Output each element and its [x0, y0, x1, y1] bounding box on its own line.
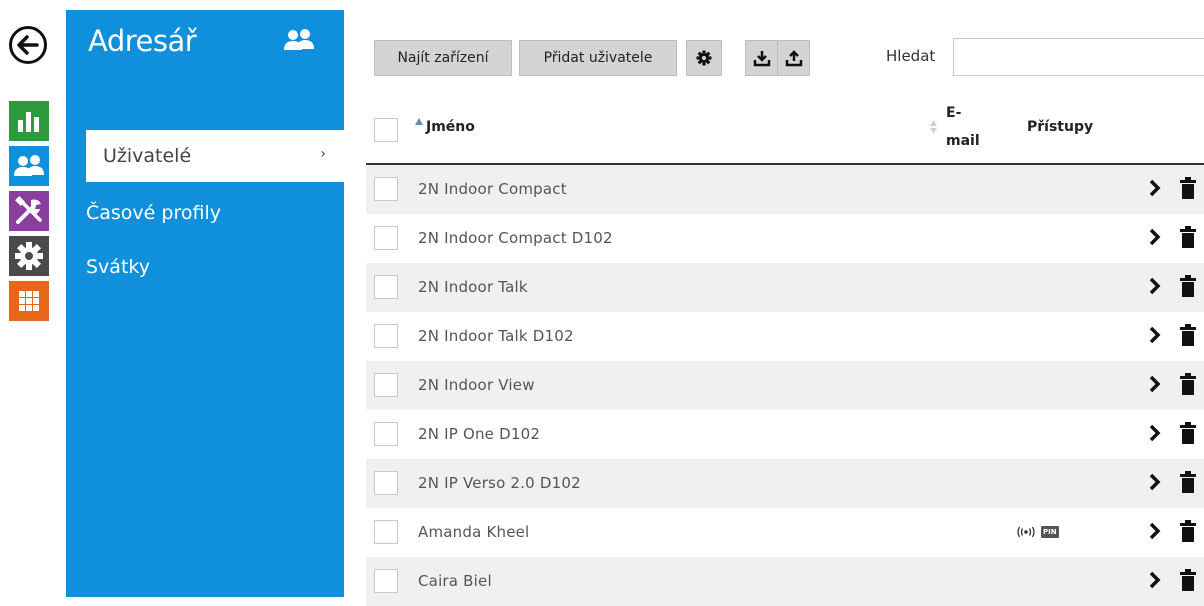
user-name: Amanda Kheel [418, 523, 530, 541]
trash-icon[interactable] [1180, 373, 1196, 395]
import-button[interactable] [745, 40, 778, 76]
trash-icon[interactable] [1180, 520, 1196, 542]
user-name: 2N Indoor Compact D102 [418, 229, 613, 247]
nav-item-label: Uživatelé [103, 145, 192, 167]
table-row[interactable]: 2N Indoor Compact D102 [366, 214, 1204, 263]
trash-icon[interactable] [1180, 275, 1196, 297]
find-devices-button[interactable]: Najít zařízení [374, 40, 512, 76]
row-checkbox[interactable] [374, 569, 398, 593]
settings-button[interactable] [686, 40, 722, 76]
table-row[interactable]: 2N IP Verso 2.0 D102 [366, 459, 1204, 508]
back-arrow-icon [17, 35, 39, 55]
column-header-email-part1[interactable]: E- [946, 105, 961, 121]
add-user-button[interactable]: Přidat uživatele [519, 40, 677, 76]
table-header: Jméno E- mail Přístupy [366, 100, 1204, 165]
table-row[interactable]: Caira Biel [366, 557, 1204, 606]
chevron-right-icon[interactable] [1149, 325, 1161, 345]
grid-icon [19, 291, 39, 311]
tools-icon [15, 196, 42, 224]
row-checkbox[interactable] [374, 471, 398, 495]
select-all-checkbox[interactable] [374, 118, 398, 142]
chevron-right-icon: › [320, 146, 326, 162]
table-row[interactable]: 2N Indoor View [366, 361, 1204, 410]
trash-icon[interactable] [1180, 324, 1196, 346]
gear-icon [696, 50, 712, 66]
table-row[interactable]: 2N Indoor Talk [366, 263, 1204, 312]
search-label: Hledat [886, 47, 936, 65]
nav-item-users[interactable]: Uživatelé › [86, 130, 344, 182]
directory-menu-button[interactable] [9, 146, 49, 186]
table-row[interactable]: 2N IP One D102 [366, 410, 1204, 459]
user-name: Caira Biel [418, 572, 492, 590]
chevron-right-icon[interactable] [1149, 521, 1161, 541]
table-row[interactable]: 2N Indoor Talk D102 [366, 312, 1204, 361]
trash-icon[interactable] [1180, 422, 1196, 444]
row-checkbox[interactable] [374, 422, 398, 446]
settings-menu-button[interactable] [9, 236, 49, 276]
chevron-right-icon[interactable] [1149, 178, 1161, 198]
user-name: 2N Indoor View [418, 376, 535, 394]
row-checkbox[interactable] [374, 275, 398, 299]
row-checkbox[interactable] [374, 324, 398, 348]
sort-ascending-icon[interactable] [415, 118, 423, 125]
chevron-right-icon[interactable] [1149, 423, 1161, 443]
trash-icon[interactable] [1180, 226, 1196, 248]
icon-rail [0, 0, 66, 597]
row-checkbox[interactable] [374, 226, 398, 250]
trash-icon[interactable] [1180, 471, 1196, 493]
status-menu-button[interactable] [9, 101, 49, 141]
chevron-right-icon[interactable] [1149, 570, 1161, 590]
table-row[interactable]: Amanda Kheel PIN [366, 508, 1204, 557]
chevron-right-icon[interactable] [1149, 374, 1161, 394]
services-menu-button[interactable] [9, 281, 49, 321]
column-header-access: Přístupy [1027, 119, 1094, 135]
hardware-menu-button[interactable] [9, 191, 49, 231]
access-methods: PIN [1016, 526, 1059, 538]
users-icon [282, 26, 316, 58]
column-header-name[interactable]: Jméno [426, 119, 475, 135]
status-chart-icon [18, 112, 39, 132]
users-icon [14, 155, 44, 176]
chevron-right-icon[interactable] [1149, 227, 1161, 247]
search-input[interactable] [953, 38, 1204, 76]
rfid-icon [1017, 526, 1035, 538]
chevron-right-icon[interactable] [1149, 472, 1161, 492]
row-checkbox[interactable] [374, 177, 398, 201]
row-checkbox[interactable] [374, 373, 398, 397]
directory-nav-panel: Adresář Uživatelé › Časové profily Svátk… [66, 10, 344, 597]
export-button[interactable] [777, 40, 810, 76]
column-header-email-part2[interactable]: mail [946, 133, 980, 149]
chevron-right-icon[interactable] [1149, 276, 1161, 296]
user-name: 2N IP Verso 2.0 D102 [418, 474, 581, 492]
row-checkbox[interactable] [374, 520, 398, 544]
user-name: 2N Indoor Talk D102 [418, 327, 574, 345]
gear-icon [15, 242, 43, 270]
page-title: Adresář [88, 24, 197, 58]
trash-icon[interactable] [1180, 177, 1196, 199]
user-name: 2N Indoor Compact [418, 180, 567, 198]
back-button[interactable] [9, 26, 47, 64]
user-name: 2N IP One D102 [418, 425, 541, 443]
trash-icon[interactable] [1180, 569, 1196, 591]
sort-neutral-icon[interactable] [930, 120, 937, 134]
user-name: 2N Indoor Talk [418, 278, 528, 296]
nav-item-time-profiles[interactable]: Časové profily [86, 202, 221, 224]
table-row[interactable]: 2N Indoor Compact [366, 165, 1204, 214]
nav-item-holidays[interactable]: Svátky [86, 256, 150, 278]
upload-icon [785, 50, 802, 67]
pin-badge: PIN [1041, 526, 1059, 538]
download-icon [753, 51, 770, 67]
